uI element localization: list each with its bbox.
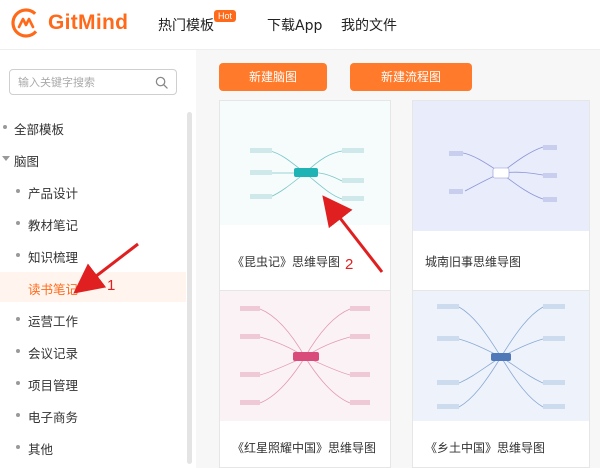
sidebar-item-label: 其他 — [28, 442, 54, 457]
bullet-icon — [16, 189, 20, 193]
sidebar-item-label: 全部模板 — [14, 122, 65, 137]
template-card-title: 《红星照耀中国》思维导图 — [232, 441, 377, 455]
template-gallery: 新建脑图 新建流程图 《昆虫记》思维导图 城南旧事思维导图 《红星照耀中国》思维… — [196, 50, 600, 468]
hot-badge: Hot — [214, 10, 237, 22]
sidebar-item-label: 会议记录 — [28, 346, 79, 361]
sidebar-item-label: 脑图 — [14, 154, 40, 169]
search-icon[interactable] — [155, 76, 168, 89]
logo-text: GitMind — [48, 11, 129, 34]
sidebar-item-all-templates[interactable]: 全部模板 — [0, 112, 186, 142]
mindmap-thumbnail — [413, 291, 589, 421]
sidebar-item-label: 运营工作 — [28, 314, 79, 329]
mindmap-thumbnail — [220, 101, 390, 225]
sidebar-item-mindmap[interactable]: 脑图 — [0, 144, 186, 174]
annotation-number-1: 1 — [107, 277, 116, 294]
bullet-icon — [3, 125, 7, 129]
nav-my-files[interactable]: 我的文件 — [341, 15, 397, 35]
sidebar-item-ecommerce[interactable]: 电子商务 — [0, 400, 186, 430]
bullet-icon — [16, 253, 20, 257]
search-box — [9, 69, 177, 95]
bullet-icon — [16, 445, 20, 449]
nav-download-app[interactable]: 下载App — [267, 15, 322, 35]
sidebar-item-operations[interactable]: 运营工作 — [0, 304, 186, 334]
sidebar-item-label: 知识梳理 — [28, 250, 79, 265]
sidebar-item-product-design[interactable]: 产品设计 — [0, 176, 186, 206]
annotation-number-2: 2 — [345, 256, 354, 273]
sidebar-item-label: 教材笔记 — [28, 218, 79, 233]
template-card-title: 《乡土中国》思维导图 — [425, 441, 546, 455]
sidebar-item-label: 产品设计 — [28, 186, 79, 201]
sidebar-item-label: 项目管理 — [28, 378, 79, 393]
bullet-icon — [16, 221, 20, 225]
bullet-icon — [16, 317, 20, 321]
search-input[interactable] — [18, 74, 148, 90]
sidebar-item-label: 电子商务 — [28, 410, 79, 425]
template-card-title: 城南旧事思维导图 — [425, 255, 522, 269]
bullet-icon — [16, 381, 20, 385]
sidebar-scrollbar[interactable] — [187, 112, 192, 464]
caret-down-icon — [2, 156, 10, 161]
logo[interactable]: GitMind — [10, 7, 128, 39]
sidebar-item-meeting-notes[interactable]: 会议记录 — [0, 336, 186, 366]
mindmap-thumbnail — [220, 291, 390, 421]
gitmind-logo-icon — [11, 8, 41, 38]
template-card-title: 《昆虫记》思维导图 — [232, 255, 341, 269]
bullet-icon — [16, 413, 20, 417]
mindmap-thumbnail — [413, 101, 589, 231]
new-flowchart-button[interactable]: 新建流程图 — [350, 63, 472, 91]
new-mindmap-button[interactable]: 新建脑图 — [219, 63, 327, 91]
sidebar-item-label: 读书笔记 — [28, 282, 79, 297]
sidebar-item-reading-notes[interactable]: 读书笔记 — [0, 272, 186, 302]
sidebar-item-project-management[interactable]: 项目管理 — [0, 368, 186, 398]
sidebar-item-knowledge[interactable]: 知识梳理 — [0, 240, 186, 270]
template-card[interactable]: 《乡土中国》思维导图 — [412, 290, 590, 468]
sidebar-item-other[interactable]: 其他 — [0, 432, 186, 462]
sidebar: 全部模板 脑图 产品设计 教材笔记 知识梳理 读书笔记 运营工作 会议记录 项目… — [0, 50, 196, 468]
top-bar: GitMind 热门模板 Hot 下载App 我的文件 — [0, 0, 600, 50]
nav-hot-templates[interactable]: 热门模板 — [158, 15, 214, 35]
sidebar-item-textbook-notes[interactable]: 教材笔记 — [0, 208, 186, 238]
bullet-icon — [16, 349, 20, 353]
template-card[interactable]: 《红星照耀中国》思维导图 — [219, 290, 391, 468]
